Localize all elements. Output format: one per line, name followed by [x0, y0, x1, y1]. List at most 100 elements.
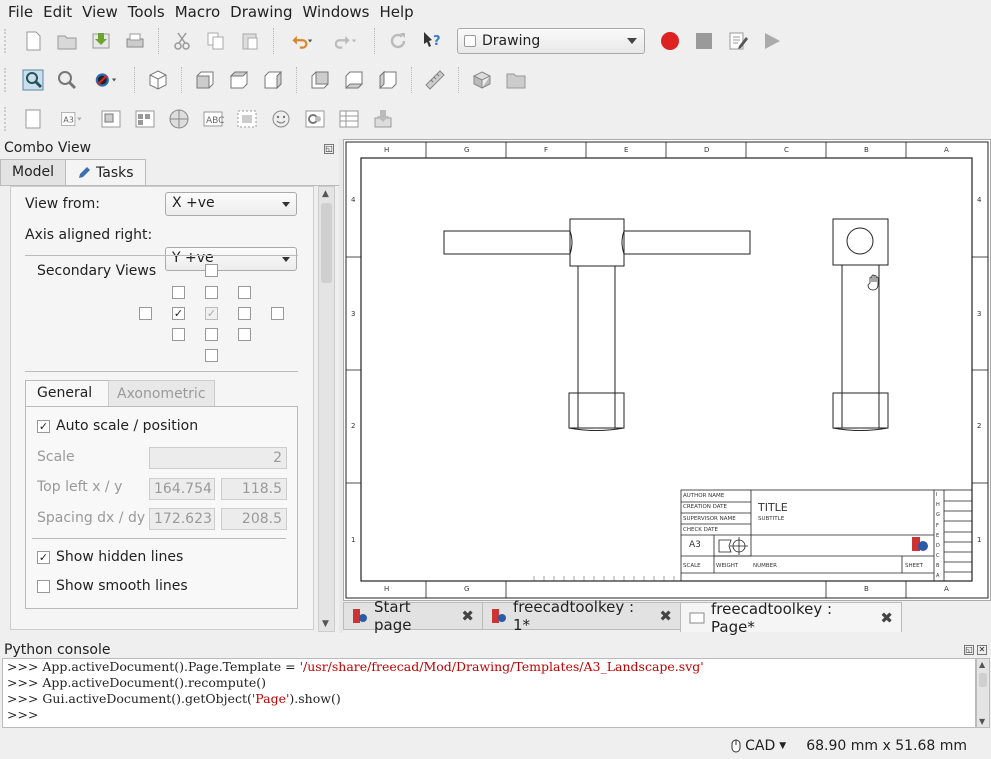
- toolbar-grip[interactable]: [4, 29, 10, 53]
- new-a3-page-icon[interactable]: A3: [54, 106, 90, 132]
- scroll-up-icon[interactable]: ▲: [979, 660, 985, 669]
- tab-tasks[interactable]: Tasks: [65, 159, 146, 185]
- workbench-selector[interactable]: Drawing: [457, 28, 645, 54]
- tab-document[interactable]: freecadtoolkey : 1* ✖: [482, 598, 681, 634]
- python-console[interactable]: >>> App.activeDocument().Page.Template =…: [2, 658, 976, 728]
- save-icon[interactable]: [88, 28, 114, 54]
- view-from-dropdown[interactable]: X +ve: [165, 192, 297, 216]
- scrollbar-thumb[interactable]: [979, 673, 987, 687]
- secondary-view-checkbox[interactable]: [139, 307, 152, 320]
- menu-drawing[interactable]: Drawing: [225, 3, 297, 21]
- secondary-view-checkbox[interactable]: ✓: [172, 307, 185, 320]
- show-smooth-checkbox[interactable]: [37, 580, 50, 593]
- scroll-down-icon[interactable]: ▼: [322, 619, 329, 629]
- secondary-view-checkbox[interactable]: [238, 328, 251, 341]
- secondary-view-checkbox[interactable]: [172, 286, 185, 299]
- macro-stop-icon[interactable]: [691, 28, 717, 54]
- view-rear-icon[interactable]: [307, 67, 333, 93]
- export-page-icon[interactable]: [370, 106, 396, 132]
- ortho-views-icon[interactable]: [132, 106, 158, 132]
- navigation-style-button[interactable]: CAD ▼: [731, 738, 786, 754]
- secondary-view-checkbox[interactable]: [205, 286, 218, 299]
- task-panel-scrollbar[interactable]: ▲ ▼: [318, 186, 335, 632]
- measure-icon[interactable]: [422, 67, 448, 93]
- annotation-icon[interactable]: ABC: [200, 106, 226, 132]
- float-icon[interactable]: ◱: [964, 645, 974, 655]
- symbol-icon[interactable]: [268, 106, 294, 132]
- draw-style-icon[interactable]: [88, 67, 124, 93]
- close-icon[interactable]: ✖: [461, 607, 474, 625]
- scrollbar-thumb[interactable]: [321, 203, 332, 283]
- copy-icon[interactable]: [203, 28, 229, 54]
- view-top-icon[interactable]: [226, 67, 252, 93]
- menu-file[interactable]: File: [3, 3, 38, 21]
- print-icon[interactable]: [122, 28, 148, 54]
- view-axo-icon[interactable]: [145, 67, 171, 93]
- secondary-view-checkbox[interactable]: [238, 286, 251, 299]
- view-bottom-icon[interactable]: [341, 67, 367, 93]
- whats-this-icon[interactable]: ?: [419, 28, 445, 54]
- menu-edit[interactable]: Edit: [38, 3, 77, 21]
- menu-macro[interactable]: Macro: [170, 3, 225, 21]
- paste-icon[interactable]: [237, 28, 263, 54]
- draft-view-icon[interactable]: [302, 106, 328, 132]
- float-icon[interactable]: ◱: [324, 144, 334, 154]
- clip-icon[interactable]: [234, 106, 260, 132]
- view-front-icon[interactable]: [192, 67, 218, 93]
- tab-general[interactable]: General: [25, 380, 109, 407]
- undo-icon[interactable]: [284, 28, 320, 54]
- tab-axonometric[interactable]: Axonometric: [108, 380, 215, 406]
- python-console-scrollbar[interactable]: ▲ ▼: [976, 658, 990, 728]
- secondary-view-checkbox[interactable]: [205, 264, 218, 277]
- auto-scale-checkbox[interactable]: ✓: [37, 420, 50, 433]
- scale-field[interactable]: 2: [149, 447, 287, 469]
- axis-aligned-dropdown[interactable]: Y +ve: [165, 247, 297, 271]
- menu-view[interactable]: View: [77, 3, 123, 21]
- top-left-y-field[interactable]: 118.5: [221, 478, 287, 500]
- open-browser-icon[interactable]: [166, 106, 192, 132]
- secondary-view-checkbox[interactable]: [205, 328, 218, 341]
- tab-page[interactable]: freecadtoolkey : Page* ✖: [680, 600, 902, 636]
- view-left-icon[interactable]: [375, 67, 401, 93]
- menu-help[interactable]: Help: [374, 3, 418, 21]
- spacing-dy-field[interactable]: 208.5: [221, 508, 287, 530]
- macro-edit-icon[interactable]: [725, 28, 751, 54]
- toolbar-grip[interactable]: [4, 107, 10, 131]
- close-icon[interactable]: ✖: [880, 609, 893, 627]
- view-right-icon[interactable]: [260, 67, 286, 93]
- menu-tools[interactable]: Tools: [123, 3, 170, 21]
- refresh-icon[interactable]: [385, 28, 411, 54]
- show-hidden-checkbox[interactable]: ✓: [37, 551, 50, 564]
- secondary-view-checkbox[interactable]: [271, 307, 284, 320]
- part-icon[interactable]: [469, 67, 495, 93]
- tab-model[interactable]: Model: [0, 159, 67, 185]
- macro-run-icon[interactable]: [759, 28, 785, 54]
- insert-view-icon[interactable]: [98, 106, 124, 132]
- secondary-view-checkbox[interactable]: [238, 307, 251, 320]
- close-icon[interactable]: ✖: [659, 607, 672, 625]
- fit-all-icon[interactable]: [20, 67, 46, 93]
- scroll-up-icon[interactable]: ▲: [322, 189, 329, 199]
- tab-start-page[interactable]: Start page ✖: [343, 598, 483, 634]
- open-icon[interactable]: [54, 28, 80, 54]
- console-input-line[interactable]: >>>: [7, 707, 975, 723]
- redo-icon[interactable]: [328, 28, 364, 54]
- menu-windows[interactable]: Windows: [298, 3, 375, 21]
- scroll-down-icon[interactable]: ▼: [979, 717, 985, 726]
- macro-record-icon[interactable]: [657, 28, 683, 54]
- new-icon[interactable]: [20, 28, 46, 54]
- new-page-icon[interactable]: [20, 106, 46, 132]
- cut-icon[interactable]: [169, 28, 195, 54]
- top-left-x-field[interactable]: 164.754: [149, 478, 215, 500]
- secondary-view-checkbox[interactable]: [205, 349, 218, 362]
- group-icon[interactable]: [503, 67, 529, 93]
- toolbar-grip[interactable]: [4, 68, 10, 92]
- close-icon[interactable]: ✕: [977, 645, 987, 655]
- secondary-view-checkbox[interactable]: [172, 328, 185, 341]
- drawing-view[interactable]: H G F E D C B A H G B A 4 3 2 1 4 3 2 1 …: [343, 139, 991, 601]
- spacing-dx-field[interactable]: 172.623: [149, 508, 215, 530]
- document-tabs: Start page ✖ freecadtoolkey : 1* ✖ freec…: [343, 598, 902, 636]
- spreadsheet-view-icon[interactable]: [336, 106, 362, 132]
- separator: [158, 28, 159, 54]
- fit-selection-icon[interactable]: [54, 67, 80, 93]
